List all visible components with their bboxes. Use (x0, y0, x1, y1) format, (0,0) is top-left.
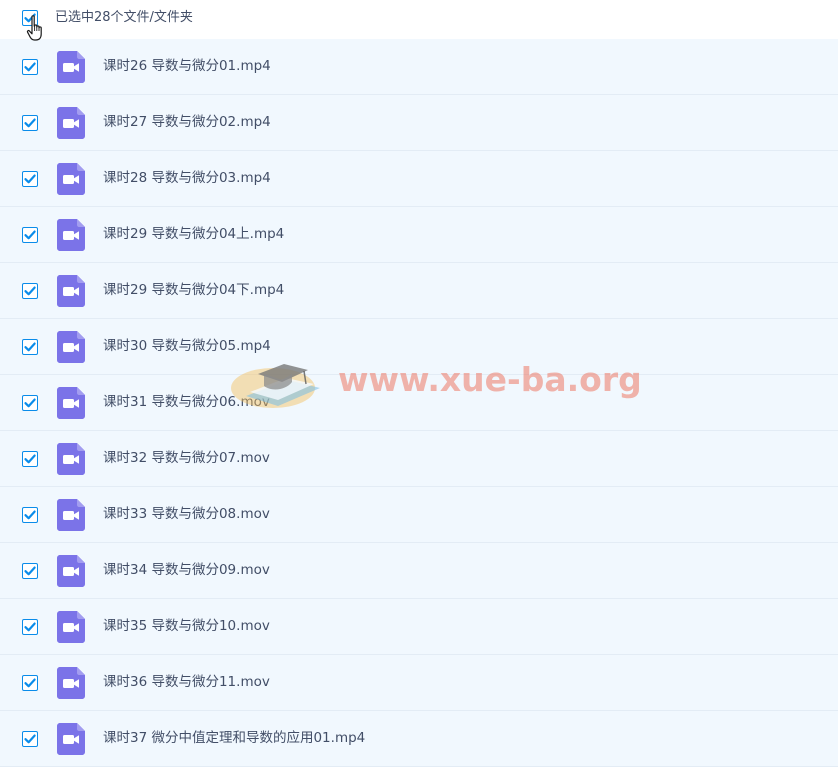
check-icon (24, 678, 36, 688)
file-name[interactable]: 课时33 导数与微分08.mov (103, 506, 270, 523)
file-name[interactable]: 课时27 导数与微分02.mp4 (103, 114, 271, 131)
check-icon (24, 174, 36, 184)
file-checkbox[interactable] (22, 731, 38, 747)
file-row[interactable]: 课时29 导数与微分04下.mp4 (0, 263, 838, 319)
file-checkbox[interactable] (22, 283, 38, 299)
file-row[interactable]: 课时30 导数与微分05.mp4 (0, 319, 838, 375)
file-name[interactable]: 课时30 导数与微分05.mp4 (103, 338, 271, 355)
file-row[interactable]: 课时37 微分中值定理和导数的应用01.mp4 (0, 711, 838, 767)
file-checkbox[interactable] (22, 675, 38, 691)
file-checkbox[interactable] (22, 563, 38, 579)
check-icon (24, 398, 36, 408)
selection-count-label: 已选中28个文件/文件夹 (55, 10, 193, 25)
file-name[interactable]: 课时31 导数与微分06.mov (103, 394, 270, 411)
file-row[interactable]: 课时28 导数与微分03.mp4 (0, 151, 838, 207)
file-checkbox[interactable] (22, 339, 38, 355)
file-row[interactable]: 课时27 导数与微分02.mp4 (0, 95, 838, 151)
file-checkbox[interactable] (22, 619, 38, 635)
file-row[interactable]: 课时33 导数与微分08.mov (0, 487, 838, 543)
check-icon (24, 62, 36, 72)
video-file-icon (57, 555, 85, 587)
video-file-icon (57, 163, 85, 195)
check-icon (24, 734, 36, 744)
file-checkbox[interactable] (22, 115, 38, 131)
file-checkbox[interactable] (22, 59, 38, 75)
file-row[interactable]: 课时31 导数与微分06.mov (0, 375, 838, 431)
file-name[interactable]: 课时34 导数与微分09.mov (103, 562, 270, 579)
file-name[interactable]: 课时35 导数与微分10.mov (103, 618, 270, 635)
video-file-icon (57, 107, 85, 139)
video-file-icon (57, 387, 85, 419)
file-row[interactable]: 课时36 导数与微分11.mov (0, 655, 838, 711)
video-file-icon (57, 331, 85, 363)
check-icon (24, 286, 36, 296)
check-icon (24, 510, 36, 520)
file-name[interactable]: 课时26 导数与微分01.mp4 (103, 58, 271, 75)
check-icon (24, 230, 36, 240)
file-name[interactable]: 课时29 导数与微分04下.mp4 (103, 282, 284, 299)
selection-header: 已选中28个文件/文件夹 (0, 0, 838, 38)
file-name[interactable]: 课时36 导数与微分11.mov (103, 674, 270, 691)
video-file-icon (57, 499, 85, 531)
file-name[interactable]: 课时29 导数与微分04上.mp4 (103, 226, 284, 243)
check-icon (24, 342, 36, 352)
file-checkbox[interactable] (22, 395, 38, 411)
video-file-icon (57, 723, 85, 755)
file-checkbox[interactable] (22, 171, 38, 187)
file-name[interactable]: 课时32 导数与微分07.mov (103, 450, 270, 467)
video-file-icon (57, 443, 85, 475)
check-icon (24, 118, 36, 128)
file-checkbox[interactable] (22, 507, 38, 523)
video-file-icon (57, 51, 85, 83)
file-checkbox[interactable] (22, 227, 38, 243)
video-file-icon (57, 275, 85, 307)
video-file-icon (57, 219, 85, 251)
file-name[interactable]: 课时28 导数与微分03.mp4 (103, 170, 271, 187)
check-icon (24, 454, 36, 464)
hand-pointer-cursor-icon (26, 15, 42, 41)
file-row[interactable]: 课时26 导数与微分01.mp4 (0, 39, 838, 95)
file-name[interactable]: 课时37 微分中值定理和导数的应用01.mp4 (103, 730, 365, 747)
file-checkbox[interactable] (22, 451, 38, 467)
file-list: 课时26 导数与微分01.mp4 课时27 导数与微分02.mp4 课时28 导数与… (0, 39, 838, 767)
file-row[interactable]: 课时35 导数与微分10.mov (0, 599, 838, 655)
file-row[interactable]: 课时32 导数与微分07.mov (0, 431, 838, 487)
video-file-icon (57, 667, 85, 699)
file-row[interactable]: 课时34 导数与微分09.mov (0, 543, 838, 599)
check-icon (24, 566, 36, 576)
file-row[interactable]: 课时29 导数与微分04上.mp4 (0, 207, 838, 263)
video-file-icon (57, 611, 85, 643)
check-icon (24, 622, 36, 632)
